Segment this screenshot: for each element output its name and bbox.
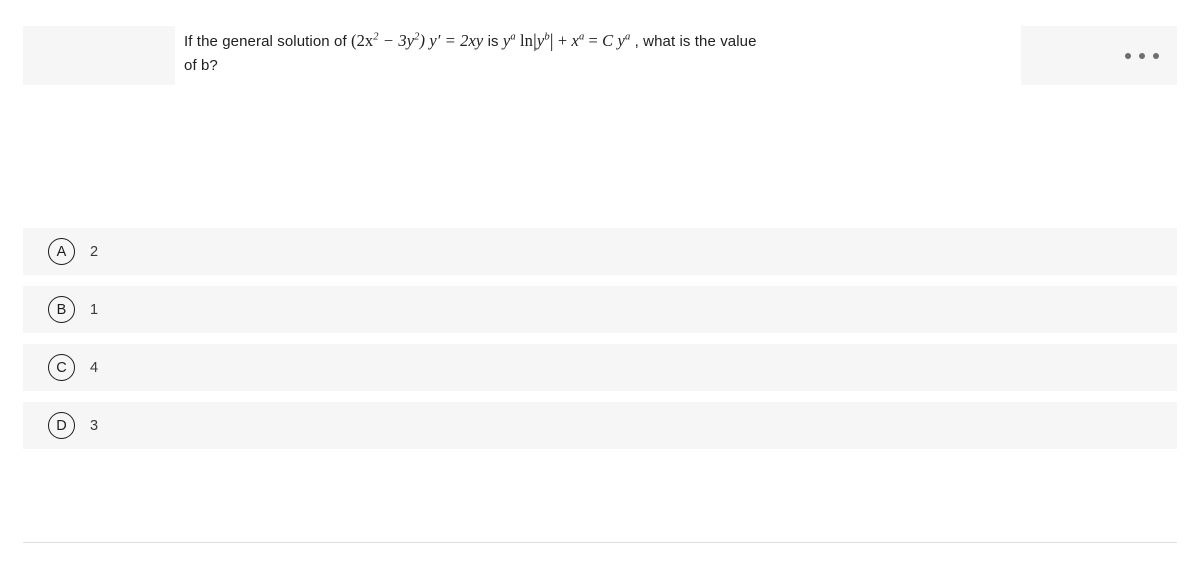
option-row-c[interactable]: C 4 (23, 344, 1177, 391)
bottom-divider (23, 542, 1177, 543)
ellipsis-horizontal-icon[interactable] (1125, 50, 1159, 62)
question-line1-prefix: If the general solution of (184, 33, 351, 50)
question-line1-suffix: , what is the value (630, 33, 757, 50)
equation-rhs-ln: ln (519, 31, 534, 50)
question-line2: of b? (184, 57, 218, 75)
option-value-d: 3 (90, 417, 99, 434)
ellipsis-dot-2 (1139, 53, 1145, 59)
answer-options-list: A 2 B 1 C 4 D 3 (0, 228, 1200, 460)
equation-rhs-exponent-a1: a (510, 31, 516, 43)
option-letter-c: C (48, 354, 75, 381)
question-equation-lhs: (2x2 − 3y2) y′ = 2xy (351, 31, 483, 50)
option-row-a[interactable]: A 2 (23, 228, 1177, 275)
equation-rhs-equals: = (584, 31, 603, 50)
option-value-a: 2 (90, 243, 99, 260)
equation-lhs-minus: − 3y (378, 31, 415, 50)
question-left-panel (23, 26, 175, 85)
option-row-b[interactable]: B 1 (23, 286, 1177, 333)
option-value-c: 4 (90, 359, 99, 376)
equation-rhs-y3: y (617, 31, 625, 50)
question-block: If the general solution of (2x2 − 3y2) y… (0, 26, 1200, 85)
equation-lhs-close: ) y′ = 2xy (419, 31, 484, 50)
option-row-d[interactable]: D 3 (23, 402, 1177, 449)
option-letter-d: D (48, 412, 75, 439)
option-value-b: 1 (90, 301, 99, 318)
question-text: If the general solution of (2x2 − 3y2) y… (184, 29, 1014, 78)
ellipsis-dot-1 (1125, 53, 1131, 59)
ellipsis-dot-3 (1153, 53, 1159, 59)
equation-rhs-x: x (571, 31, 579, 50)
option-letter-b: B (48, 296, 75, 323)
equation-rhs-plus: + (553, 31, 572, 50)
option-letter-a: A (48, 238, 75, 265)
equation-lhs-open: (2x (350, 31, 374, 50)
equation-rhs-constant: C (602, 31, 618, 50)
question-connector: is (483, 33, 503, 50)
question-equation-rhs: ya ln|yb| + xa = C ya (503, 31, 630, 52)
